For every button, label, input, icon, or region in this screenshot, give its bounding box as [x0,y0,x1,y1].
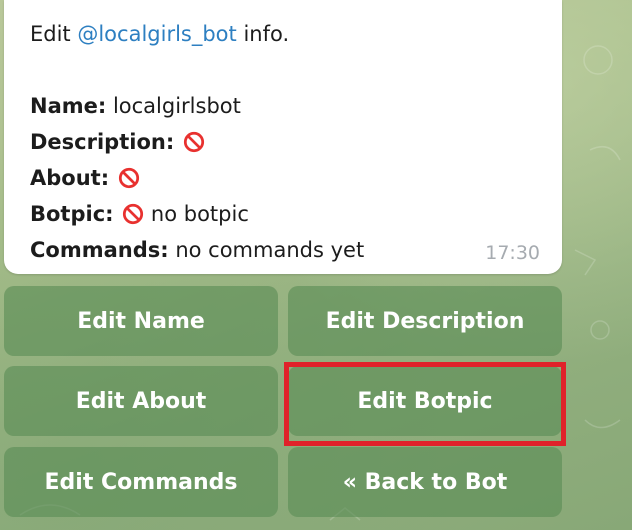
edit-description-button[interactable]: Edit Description [288,286,562,356]
no-entry-icon [118,167,139,189]
field-description: Description: [30,124,562,160]
field-label-name: Name: [30,94,107,118]
bot-mention-link[interactable]: @localgirls_bot [77,22,236,46]
bot-message-bubble: Edit @localgirls_bot info. Name: localgi… [4,0,562,274]
field-commands: Commands: no commands yet [30,232,562,268]
back-to-bot-button[interactable]: « Back to Bot [288,447,562,517]
edit-botpic-button[interactable]: Edit Botpic [288,366,562,436]
no-entry-icon [183,131,205,153]
edit-about-button[interactable]: Edit About [4,366,278,436]
edit-commands-button[interactable]: Edit Commands [4,447,278,517]
no-entry-icon [123,203,144,225]
field-botpic: Botpic: no botpic [30,196,562,232]
message-time: 17:30 [485,242,540,264]
field-value-name: localgirlsbot [106,94,241,118]
field-label-commands: Commands: [30,238,169,262]
field-label-description: Description: [30,130,175,154]
field-about: About: [30,160,562,196]
field-name: Name: localgirlsbot [30,88,562,124]
field-value-botpic: no botpic [144,202,249,226]
intro-prefix: Edit [30,22,78,46]
field-label-botpic: Botpic: [30,202,114,226]
intro-suffix: info. [236,22,290,46]
edit-name-button[interactable]: Edit Name [4,286,278,356]
message-intro: Edit @localgirls_bot info. [30,16,562,52]
field-value-commands: no commands yet [168,238,365,262]
field-label-about: About: [30,166,110,190]
